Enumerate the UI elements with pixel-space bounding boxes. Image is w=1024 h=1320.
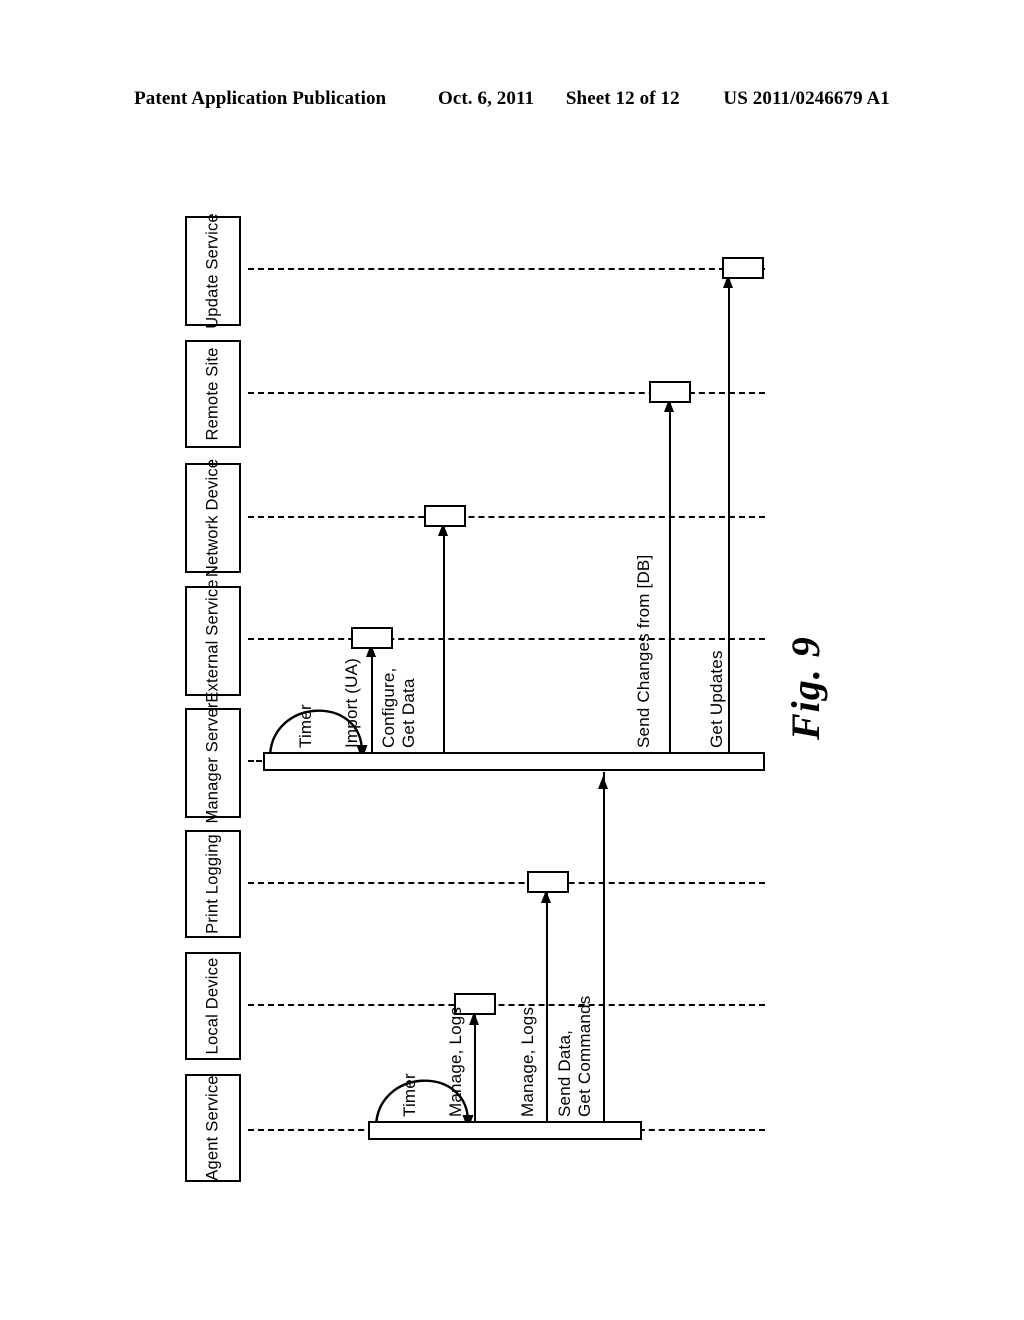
- lifeline-print-logging: [248, 882, 765, 884]
- message-label-timer-manager: Timer: [296, 704, 315, 748]
- message-label-send-data-get-commands: Send Data, Get Commands: [555, 995, 594, 1117]
- activation-bar-remote-site: [649, 381, 691, 403]
- lifeline-external-service: [248, 638, 765, 640]
- sequence-diagram: Update Service Remote Site Network Devic…: [0, 0, 1024, 1320]
- participant-label-remote-site: Remote Site: [203, 347, 222, 441]
- participant-label-manager-server: Manager Server: [203, 702, 222, 824]
- participant-label-local-device: Local Device: [203, 957, 222, 1055]
- participant-label-agent-service: Agent Service: [203, 1075, 222, 1181]
- participant-label-update-service: Update Service: [203, 213, 222, 329]
- message-label-configure-get-data: Configure, Get Data: [379, 667, 418, 748]
- participant-box-external-service: External Service: [185, 579, 241, 703]
- activation-bar-network-device: [424, 505, 466, 527]
- participant-label-external-service: External Service: [203, 579, 222, 703]
- message-label-import-ua: Import (UA): [342, 657, 361, 748]
- participant-box-update-service: Update Service: [185, 213, 241, 329]
- participant-box-network-device: Network Device: [185, 459, 241, 577]
- message-label-get-updates: Get Updates: [707, 650, 726, 748]
- message-label-timer-agent: Timer: [400, 1073, 419, 1117]
- arrowhead-send-data-get-commands: [597, 776, 608, 789]
- message-line-manage-logs-print: [546, 886, 548, 1126]
- figure-caption: Fig. 9: [783, 636, 828, 740]
- message-label-send-changes-from-db: Send Changes from [DB]: [634, 554, 653, 748]
- lifeline-network-device: [248, 516, 765, 518]
- participant-box-agent-service: Agent Service: [185, 1074, 241, 1182]
- participant-box-print-logging: Print Logging: [185, 830, 241, 938]
- message-line-send-data-get-commands: [603, 772, 605, 1126]
- activation-bar-update-service: [722, 257, 764, 279]
- activation-bar-manager-server: [263, 752, 765, 771]
- activation-bar-external-service: [351, 627, 393, 649]
- message-line-send-changes-from-db: [669, 395, 671, 757]
- participant-box-remote-site: Remote Site: [185, 340, 241, 448]
- activation-bar-print-logging: [527, 871, 569, 893]
- message-line-configure-get-data: [443, 519, 445, 757]
- activation-bar-agent-service: [368, 1121, 642, 1140]
- message-line-get-updates: [728, 271, 730, 757]
- participant-label-network-device: Network Device: [203, 458, 222, 578]
- lifeline-local-device: [248, 1004, 765, 1006]
- participant-box-local-device: Local Device: [185, 952, 241, 1060]
- lifeline-update-service: [248, 268, 765, 270]
- participant-box-manager-server: Manager Server: [185, 702, 241, 824]
- message-label-manage-logs-print: Manage, Logs: [518, 1006, 537, 1117]
- message-label-manage-logs-local: Manage, Logs: [446, 1006, 465, 1117]
- participant-label-print-logging: Print Logging: [203, 834, 222, 934]
